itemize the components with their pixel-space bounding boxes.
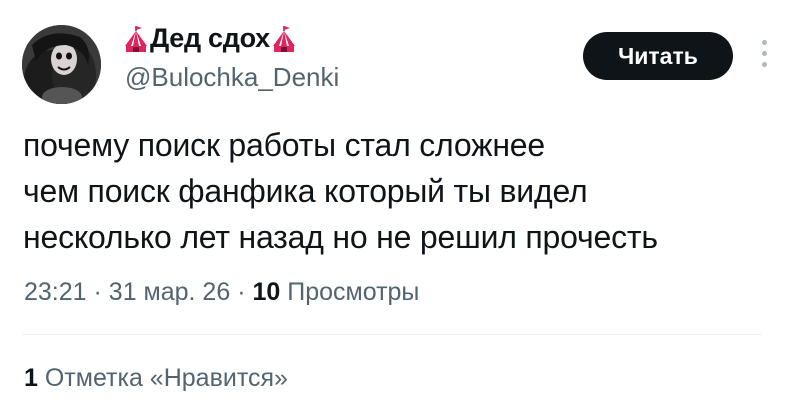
circus-tent-icon: [272, 25, 296, 52]
views-count: 10: [252, 278, 281, 306]
likes-count: 1: [24, 364, 38, 392]
likes-label: Отметка «Нравится»: [44, 364, 288, 392]
tweet-text: почему поиск работы стал сложнее чем пои…: [23, 122, 783, 260]
circus-tent-icon: [124, 25, 148, 52]
views-label: Просмотры: [287, 278, 420, 306]
tweet-text-line: несколько лет назад но не решил прочесть: [23, 219, 658, 255]
tweet-text-line: почему поиск работы стал сложнее: [23, 127, 545, 163]
meta-separator: ·: [93, 278, 102, 306]
user-handle[interactable]: @Bulochka_Denki: [125, 62, 339, 93]
tweet-card: Дед сдох @Bulochka_Denki Читать почему п…: [0, 0, 800, 416]
display-name-text: Дед сдох: [150, 23, 270, 53]
tweet-meta: 23:21 · 31 мар. 26 · 10 Просмотры: [24, 278, 419, 307]
meta-separator: ·: [237, 278, 246, 306]
tweet-time[interactable]: 23:21: [24, 278, 87, 306]
avatar-image: [22, 25, 101, 104]
avatar[interactable]: [22, 25, 101, 104]
read-button[interactable]: Читать: [583, 32, 733, 80]
divider: [22, 334, 762, 335]
tweet-text-line: чем поиск фанфика который ты видел: [23, 173, 588, 209]
tweet-date[interactable]: 31 мар. 26: [109, 278, 230, 306]
display-name[interactable]: Дед сдох: [124, 23, 296, 54]
more-vertical-icon[interactable]: [759, 40, 769, 72]
likes-stat[interactable]: 1 Отметка «Нравится»: [24, 364, 288, 393]
